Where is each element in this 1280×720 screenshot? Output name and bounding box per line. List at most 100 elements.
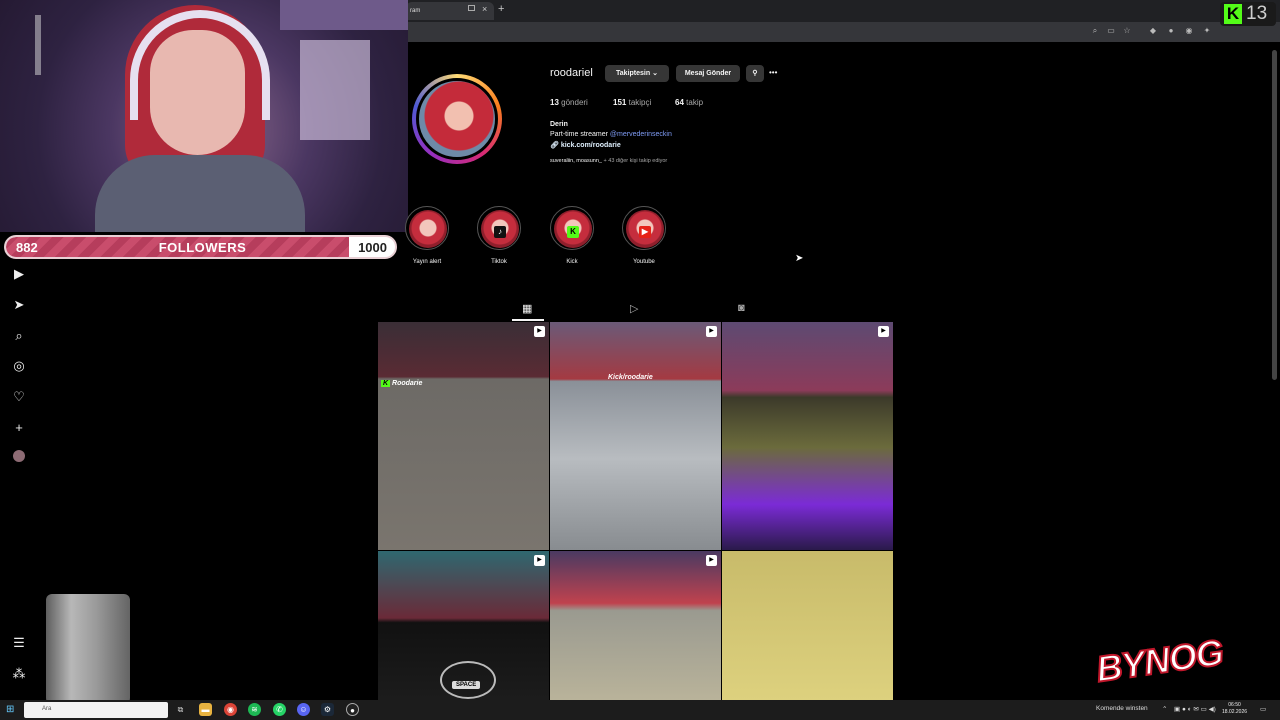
discord-icon[interactable]: ☺ (297, 703, 310, 716)
reel-icon: ▶ (534, 326, 545, 337)
grid-post-label: Roodarie (392, 380, 423, 387)
profile-avatar-nav-icon[interactable] (13, 450, 25, 462)
posts-count[interactable]: 13 gönderi (550, 98, 588, 107)
extension-icon[interactable]: ◆ (1148, 26, 1158, 36)
tab-close-button[interactable]: × (482, 4, 487, 14)
bio-mention-link[interactable]: @mervederinseckin (610, 131, 672, 138)
explore-nav-icon[interactable]: ◎ (10, 357, 28, 375)
extension-icon-3[interactable]: ◉ (1184, 26, 1194, 36)
following-count[interactable]: 64 takip (675, 98, 703, 107)
page-scrollbar[interactable] (1272, 50, 1277, 380)
tagged-tab-icon[interactable]: ◙ (738, 302, 745, 314)
profile-username: roodariel (550, 67, 593, 79)
notifications-heart-icon[interactable]: ♡ (10, 388, 28, 406)
followed-by[interactable]: suveraliin, moasunn_ + 43 diğer kişi tak… (550, 158, 667, 164)
highlight-youtube[interactable]: ▶ (622, 206, 666, 250)
grid-post-1[interactable]: ▶ K Roodarie (378, 322, 549, 550)
reels-tab-icon[interactable]: ▷ (630, 302, 638, 315)
create-plus-icon[interactable]: + (10, 419, 28, 437)
profile-avatar[interactable] (416, 78, 498, 160)
streamer-body (95, 155, 305, 232)
reel-icon: ▶ (706, 555, 717, 566)
highlight-image: ▶ (626, 210, 664, 248)
bio-external-link[interactable]: 🔗︎ kick.com/roodarie (550, 141, 621, 149)
steam-icon[interactable]: ⚙ (321, 703, 334, 716)
grid-post-3[interactable]: ▶ (722, 322, 893, 550)
grid-post-label: Kick/roodarie (608, 374, 653, 381)
taskbar-search-placeholder: Ara (42, 706, 52, 712)
mouse-cursor-icon: ➤ (795, 253, 804, 264)
tray-icons[interactable]: ▣ ● ◐ ✉ ▭ ◀) (1174, 705, 1216, 713)
drinking-glass-overlay (46, 594, 130, 712)
taskbar-search[interactable]: Ara (24, 702, 168, 718)
followers-goal: 1000 (358, 240, 387, 255)
following-button[interactable]: Takiptesin ⌄ (605, 65, 669, 82)
zoom-icon[interactable]: ⌕ (1090, 26, 1100, 36)
tiktok-icon: ♪ (494, 226, 506, 238)
keyboard-overlay-ring (440, 661, 496, 699)
space-key-label: SPACE (452, 681, 481, 689)
grid-post-5[interactable]: ▶ (550, 551, 721, 700)
menu-hamburger-icon[interactable]: ☰ (10, 634, 28, 652)
tray-chevron-icon[interactable]: ⌃ (1162, 705, 1167, 713)
reel-icon: ▶ (878, 326, 889, 337)
following-label: takip (686, 98, 704, 107)
search-nav-icon[interactable]: ⌕ (10, 327, 28, 345)
highlight-image (409, 210, 447, 248)
followers-label: takipçi (628, 98, 652, 107)
tab-title: ram (410, 8, 421, 14)
weather-widget-text[interactable]: Komende winsten (1096, 705, 1148, 712)
link-icon: 🔗︎ (550, 142, 559, 149)
file-explorer-icon[interactable]: ▬ (199, 703, 212, 716)
extensions-puzzle-icon[interactable]: ✦ (1202, 26, 1212, 36)
browser-tab[interactable]: ram (406, 2, 494, 20)
notification-icon[interactable]: ▭ (1260, 705, 1266, 713)
reel-icon: ▶ (534, 555, 545, 566)
cast-icon[interactable]: ▭ (1106, 26, 1116, 36)
windows-taskbar (0, 700, 1280, 720)
chevron-down-icon: ⌄ (652, 70, 658, 77)
kick-icon: K (567, 226, 579, 238)
grid-post-2[interactable]: ▶ Kick/roodarie (550, 322, 721, 550)
bookmark-star-icon[interactable]: ☆ (1122, 26, 1132, 36)
tab-media-icon[interactable] (468, 5, 475, 11)
posts-count-value: 13 (550, 98, 559, 107)
followers-goal-label: FOLLOWERS (158, 240, 247, 255)
obs-icon[interactable]: ● (346, 703, 359, 716)
kick-icon: K (381, 380, 391, 387)
new-tab-button[interactable]: + (498, 3, 504, 15)
whatsapp-icon[interactable]: ✆ (273, 703, 286, 716)
task-view-icon[interactable]: ⧉ (174, 703, 187, 716)
grid-post-overlay-text: K Roodarie (381, 380, 422, 387)
taskbar-time: 06:50 (1228, 702, 1241, 708)
grid-post-6[interactable] (722, 551, 893, 700)
highlight-yayin-alert[interactable] (405, 206, 449, 250)
send-message-button[interactable]: Mesaj Gönder (676, 65, 740, 82)
posts-label: gönderi (561, 98, 588, 107)
highlight-kick[interactable]: K (550, 206, 594, 250)
followers-count[interactable]: 151 takipçi (613, 98, 651, 107)
taskbar-clock[interactable]: 06:50 18.02.2026 (1222, 702, 1247, 716)
followed-by-names: suveraliin, moasunn_ (550, 158, 602, 164)
grid-post-4[interactable]: ▶ SPACE (378, 551, 549, 700)
active-tab-indicator (512, 319, 544, 321)
webcam-overlay (0, 0, 408, 232)
highlight-label: Yayın alert (412, 259, 442, 265)
followers-goal-bar: FOLLOWERS 882 1000 (4, 235, 397, 259)
reels-nav-icon[interactable]: ▶ (10, 265, 28, 283)
windows-start-icon[interactable]: ⊞ (6, 704, 14, 715)
webcam-window (300, 40, 370, 140)
extension-icon-2[interactable]: ● (1166, 26, 1176, 36)
threads-icon[interactable]: ⁂ (10, 665, 28, 683)
add-person-button[interactable]: ⚲ (746, 65, 764, 82)
posts-grid-tab-icon[interactable]: ▦ (522, 302, 532, 315)
kick-counter-value: 13 (1246, 3, 1268, 24)
bio-name: Derin (550, 121, 568, 128)
more-options-button[interactable]: ••• (769, 68, 777, 77)
reel-icon: ▶ (706, 326, 717, 337)
highlight-tiktok[interactable]: ♪ (477, 206, 521, 250)
chrome-icon[interactable]: ◉ (224, 703, 237, 716)
messages-nav-icon[interactable]: ➤ (10, 296, 28, 314)
spotify-icon[interactable]: ≋ (248, 703, 261, 716)
highlight-image: ♪ (481, 210, 519, 248)
